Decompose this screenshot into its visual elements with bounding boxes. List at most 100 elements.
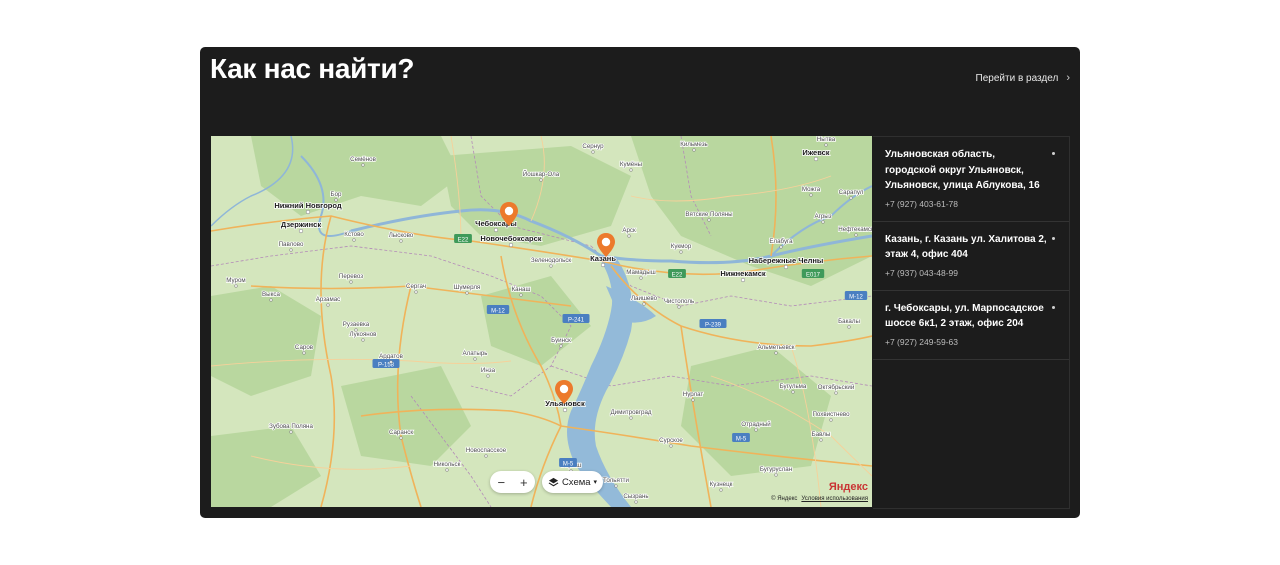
address-item[interactable]: Казань, г. Казань ул. Халитова 2, этаж 4… [873, 222, 1069, 291]
city-label: Тольятти [603, 477, 629, 484]
map-pin-kazan[interactable] [596, 232, 616, 258]
map-type-button[interactable]: Схема ▾ [542, 471, 603, 493]
city-dot [779, 245, 783, 249]
city-label: Вятские Поляны [685, 211, 733, 218]
map-canvas[interactable]: Нижний НовгородЧебоксарыКазаньУльяновскН… [211, 136, 872, 507]
zoom-control: − + [490, 471, 535, 493]
city-label: Саранск [389, 429, 413, 436]
city-dot [289, 430, 293, 434]
zoom-in-button[interactable]: + [514, 475, 534, 490]
map-pin-ulyanovsk[interactable] [554, 379, 574, 405]
city-dot [854, 233, 858, 237]
bullet-icon [1052, 152, 1055, 155]
city-label: Кстово [344, 231, 364, 238]
city-label: Чистополь [664, 298, 694, 305]
city-label: Дзержинск [281, 220, 321, 229]
city-label: Бавлы [812, 431, 831, 438]
address-item[interactable]: Ульяновская область, городской округ Уль… [873, 137, 1069, 222]
city-dot [399, 239, 403, 243]
city-dot [399, 436, 403, 440]
road-label: E22 [458, 238, 469, 244]
city-dot [707, 218, 711, 222]
city-dot [389, 360, 393, 364]
city-label: Буинск [551, 337, 571, 344]
city-dot [783, 264, 789, 270]
city-dot [627, 234, 631, 238]
city-label: Агрыз [814, 213, 831, 220]
city-label: Елабуга [769, 238, 793, 245]
road-label: M-5 [563, 462, 574, 468]
city-label: Шумерля [454, 284, 481, 291]
map[interactable]: Нижний Новгород Чебоксары Казань Ульяновск Н… [211, 136, 872, 507]
goto-section-link[interactable]: Перейти в раздел › [976, 72, 1070, 84]
city-label: Ижевск [802, 148, 829, 157]
city-dot [361, 163, 365, 167]
city-label: Нижний Новгород [274, 201, 341, 210]
road-label: P-241 [568, 318, 585, 324]
city-label: Никольск [434, 461, 461, 468]
city-dot [269, 298, 273, 302]
city-dot [349, 280, 353, 284]
address-phone: +7 (927) 403-61-78 [885, 198, 959, 209]
city-label: Кумёны [620, 161, 643, 168]
city-dot [847, 325, 851, 329]
city-dot [493, 227, 499, 233]
city-label: Октябрьский [818, 384, 855, 391]
city-label: Сернур [582, 143, 604, 150]
city-dot [539, 178, 543, 182]
city-label: Нытва [817, 136, 836, 143]
city-label: Нижнекамск [720, 269, 766, 278]
address-item[interactable]: г. Чебоксары, ул. Марпосадское шоссе 6к1… [873, 291, 1069, 360]
city-label: Лаишево [631, 295, 658, 302]
chevron-right-icon: › [1066, 72, 1070, 84]
city-dot [669, 444, 673, 448]
city-label: Бугуруслан [760, 466, 792, 473]
terms-link[interactable]: Условия использования [801, 496, 868, 502]
road-shield: E22 [454, 234, 472, 244]
road-shield: M-12 [844, 291, 868, 301]
city-label: Лысково [389, 232, 414, 239]
city-dot [692, 148, 696, 152]
city-dot [819, 438, 823, 442]
city-label: Арск [622, 227, 636, 234]
city-dot [740, 277, 746, 283]
city-label: Сергач [406, 283, 426, 290]
city-dot [754, 428, 758, 432]
city-label: Кукмор [671, 243, 692, 250]
city-dot [774, 351, 778, 355]
chevron-down-icon: ▾ [593, 479, 598, 486]
address-list: Ульяновская область, городской округ Уль… [873, 136, 1070, 509]
road-label: P-158 [378, 363, 395, 369]
road-label: M-12 [849, 295, 863, 301]
city-dot [352, 238, 356, 242]
city-label: Похвистнево [812, 411, 850, 418]
road-label: E017 [806, 273, 821, 279]
city-label: Ардатов [379, 353, 404, 360]
city-dot [834, 391, 838, 395]
city-dot [821, 220, 825, 224]
city-dot [614, 484, 618, 488]
city-dot [600, 262, 606, 268]
city-dot [849, 196, 853, 200]
city-dot [809, 193, 813, 197]
zoom-out-button[interactable]: − [491, 475, 511, 490]
city-dot [719, 488, 723, 492]
city-dot [486, 374, 490, 378]
city-dot [361, 338, 365, 342]
city-label: Муром [226, 277, 245, 284]
bullet-icon [1052, 236, 1055, 240]
city-dot [629, 416, 633, 420]
city-label: Йошкар-Ола [523, 170, 560, 178]
city-label: Лукоянов [350, 331, 378, 338]
city-dot [677, 305, 681, 309]
road-shield: P-239 [699, 319, 727, 329]
city-label: Сызрань [623, 493, 648, 500]
road-shield: M-12 [486, 305, 510, 315]
city-dot [591, 150, 595, 154]
city-dot [634, 500, 638, 504]
city-label: Новоспасское [466, 447, 507, 454]
city-dot [334, 198, 338, 202]
city-label: Семёнов [350, 156, 376, 163]
address-title: Казань, г. Казань ул. Халитова 2, этаж 4… [885, 233, 1047, 261]
map-pin-cheboksary[interactable] [499, 201, 519, 227]
